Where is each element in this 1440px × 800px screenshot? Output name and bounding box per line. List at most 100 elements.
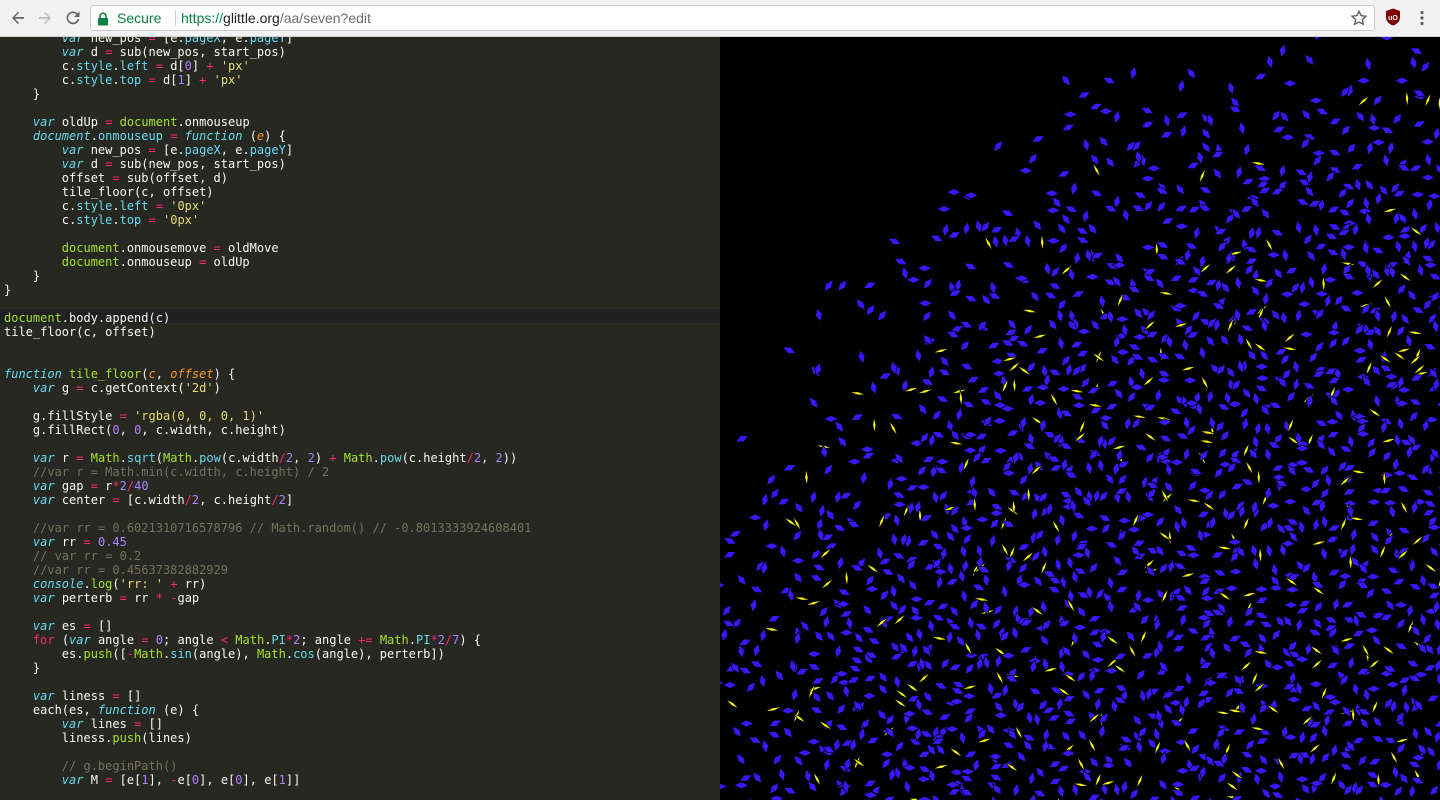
rhombus-tile xyxy=(1104,472,1115,486)
rhombus-tile xyxy=(881,756,892,770)
rhombus-tile xyxy=(935,602,951,610)
thin-rhombus-tile xyxy=(916,388,934,395)
rhombus-tile xyxy=(790,686,799,703)
thin-rhombus-tile xyxy=(1381,644,1396,656)
rhombus-tile xyxy=(891,552,907,560)
rhombus-tile xyxy=(1435,671,1440,686)
url-text[interactable]: https://glittle.org/aa/seven?edit xyxy=(181,10,371,26)
rhombus-tile xyxy=(1301,466,1316,474)
rhombus-tile xyxy=(1190,309,1201,323)
rhombus-tile xyxy=(1265,542,1273,559)
rhombus-tile xyxy=(1295,680,1303,697)
rhombus-tile xyxy=(1308,731,1319,744)
rhombus-tile xyxy=(1088,103,1104,110)
forward-button[interactable] xyxy=(33,6,57,30)
rhombus-tile xyxy=(1253,362,1270,371)
rhombus-tile xyxy=(978,457,994,465)
rhombus-tile xyxy=(1212,167,1223,180)
rhombus-tile xyxy=(1433,219,1440,236)
rhombus-tile xyxy=(1382,152,1390,169)
rhombus-tile xyxy=(1132,713,1143,727)
thin-rhombus-tile xyxy=(1172,322,1190,328)
tiling-canvas[interactable] xyxy=(720,37,1440,800)
rhombus-tile xyxy=(1060,212,1072,226)
thin-rhombus-tile xyxy=(983,235,993,252)
rhombus-tile xyxy=(1048,777,1063,785)
rhombus-tile xyxy=(1273,266,1284,280)
rhombus-tile xyxy=(1279,110,1290,124)
rhombus-tile xyxy=(749,660,765,668)
rhombus-tile xyxy=(1434,162,1440,174)
arrow-left-icon xyxy=(12,11,24,24)
address-bar[interactable]: Secure https://glittle.org/aa/seven?edit xyxy=(90,5,1375,31)
rhombus-tile xyxy=(1224,686,1235,700)
rhombus-tile xyxy=(1380,419,1388,435)
rhombus-tile xyxy=(1271,109,1282,122)
rhombus-tile xyxy=(1254,224,1263,241)
rhombus-tile xyxy=(825,629,836,643)
arrow-right-icon xyxy=(39,11,51,24)
rhombus-tile xyxy=(960,588,968,605)
rhombus-tile xyxy=(833,737,841,753)
rhombus-tile xyxy=(1374,190,1383,207)
rhombus-tile xyxy=(1258,753,1269,767)
rhombus-tile xyxy=(986,341,1002,350)
thin-rhombus-tile xyxy=(1127,642,1137,660)
rhombus-tile xyxy=(1333,294,1344,307)
rhombus-tile xyxy=(1196,527,1205,544)
rhombus-tile xyxy=(1293,775,1311,784)
rhombus-tile xyxy=(737,638,753,646)
ublock-origin-icon[interactable]: uO xyxy=(1385,8,1401,26)
rhombus-tile xyxy=(1338,763,1354,771)
rhombus-tile xyxy=(749,597,758,614)
rhombus-tile xyxy=(1355,110,1366,123)
rhombus-tile xyxy=(991,233,1000,250)
rhombus-tile xyxy=(1058,491,1074,499)
rhombus-tile xyxy=(1266,515,1274,531)
rhombus-tile xyxy=(1112,554,1123,568)
rhombus-tile xyxy=(941,222,950,238)
code-editor[interactable]: var new_pos = [e.pageX, e.pageY] var d =… xyxy=(0,37,720,800)
rhombus-tile xyxy=(823,279,834,293)
rhombus-tile xyxy=(1160,217,1175,225)
rhombus-tile xyxy=(1206,388,1214,405)
rhombus-tile xyxy=(1041,618,1052,632)
rhombus-tile xyxy=(807,780,818,794)
browser-menu-button[interactable] xyxy=(1414,9,1430,27)
thin-rhombus-tile xyxy=(1087,737,1097,754)
url-scheme: https:// xyxy=(181,10,224,26)
rhombus-tile xyxy=(1325,661,1340,669)
rhombus-tile xyxy=(1154,387,1163,404)
rhombus-tile xyxy=(838,610,854,618)
rhombus-tile xyxy=(1266,441,1282,449)
rhombus-tile xyxy=(992,782,1003,796)
code-text[interactable]: var new_pos = [e.pageX, e.pageY] var d =… xyxy=(4,37,531,787)
rhombus-tile xyxy=(1381,449,1393,463)
rhombus-tile xyxy=(1240,177,1256,186)
rhombus-tile xyxy=(917,765,933,773)
thin-rhombus-tile xyxy=(1338,637,1356,643)
thin-rhombus-tile xyxy=(947,441,965,446)
thin-rhombus-tile xyxy=(995,669,1005,686)
rhombus-tile xyxy=(1280,309,1288,326)
rhombus-tile xyxy=(931,614,946,622)
bookmark-star-icon[interactable] xyxy=(1350,9,1368,27)
rhombus-tile xyxy=(823,463,834,477)
rhombus-tile xyxy=(731,725,742,739)
back-button[interactable] xyxy=(6,6,30,30)
reload-button[interactable] xyxy=(61,6,85,30)
rhombus-tile xyxy=(1356,207,1374,216)
rhombus-tile xyxy=(1065,361,1073,378)
rhombus-tile xyxy=(1001,682,1010,699)
rhombus-tile xyxy=(1341,642,1357,650)
rhombus-tile xyxy=(962,220,971,237)
rhombus-tile xyxy=(1069,341,1084,349)
rhombus-tile xyxy=(1028,687,1043,695)
rhombus-tile xyxy=(982,572,991,588)
rhombus-tile xyxy=(1145,564,1156,578)
rhombus-tile xyxy=(1156,370,1172,378)
rhombus-tile xyxy=(1325,535,1340,544)
rhombus-tile xyxy=(1432,599,1440,615)
rhombus-tile xyxy=(1210,551,1225,559)
rhombus-tile xyxy=(927,432,936,449)
